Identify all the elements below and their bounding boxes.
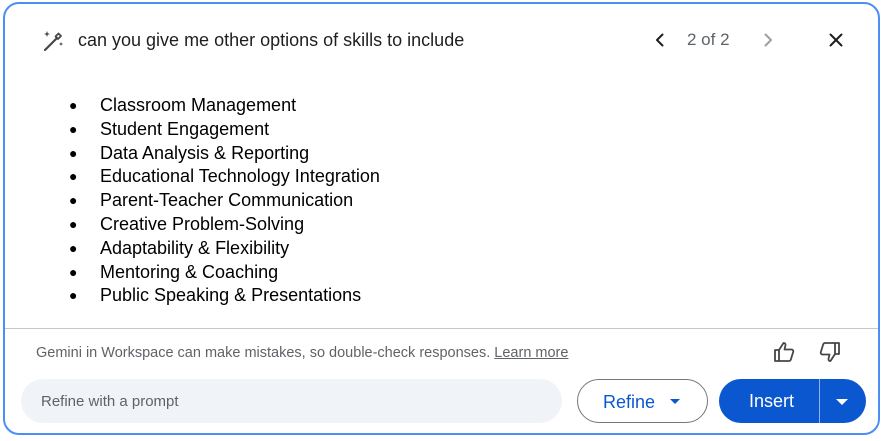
next-response-button[interactable] [753, 25, 783, 55]
gemini-response-panel: can you give me other options of skills … [3, 2, 880, 435]
caret-down-icon [670, 399, 680, 404]
insert-options-button[interactable] [820, 379, 866, 423]
skill-item: Data Analysis & Reporting [5, 142, 878, 166]
refine-dropdown-button[interactable]: Refine [577, 379, 708, 423]
insert-label: Insert [749, 391, 795, 411]
previous-response-button[interactable] [645, 25, 675, 55]
footer-divider [5, 328, 878, 329]
insert-button[interactable]: Insert [719, 379, 819, 423]
response-content: Classroom Management Student Engagement … [5, 94, 878, 308]
close-button[interactable] [821, 25, 851, 55]
skill-item: Parent-Teacher Communication [5, 189, 878, 213]
chevron-right-icon [764, 33, 772, 47]
chevron-left-icon [656, 33, 664, 47]
thumb-down-icon[interactable] [817, 339, 843, 365]
thumb-up-icon[interactable] [771, 339, 797, 365]
learn-more-link[interactable]: Learn more [494, 345, 568, 361]
skill-item: Educational Technology Integration [5, 165, 878, 189]
insert-split-button: Insert [719, 379, 866, 423]
refine-label: Refine [603, 392, 656, 412]
skill-item: Classroom Management [5, 94, 878, 118]
pen-sparkle-icon [43, 31, 63, 52]
skill-item: Student Engagement [5, 118, 878, 142]
panel-header: can you give me other options of skills … [5, 4, 878, 74]
close-icon [829, 33, 843, 47]
skill-item: Mentoring & Coaching [5, 261, 878, 285]
skill-item: Adaptability & Flexibility [5, 237, 878, 261]
disclaimer: Gemini in Workspace can make mistakes, s… [36, 343, 568, 363]
caret-down-icon [836, 399, 848, 405]
skills-list: Classroom Management Student Engagement … [5, 94, 878, 308]
prompt-title: can you give me other options of skills … [78, 30, 465, 50]
response-page-indicator: 2 of 2 [687, 30, 730, 49]
disclaimer-text: Gemini in Workspace can make mistakes, s… [36, 345, 491, 361]
skill-item: Public Speaking & Presentations [5, 284, 878, 308]
refine-prompt-input[interactable] [21, 379, 562, 423]
skill-item: Creative Problem-Solving [5, 213, 878, 237]
